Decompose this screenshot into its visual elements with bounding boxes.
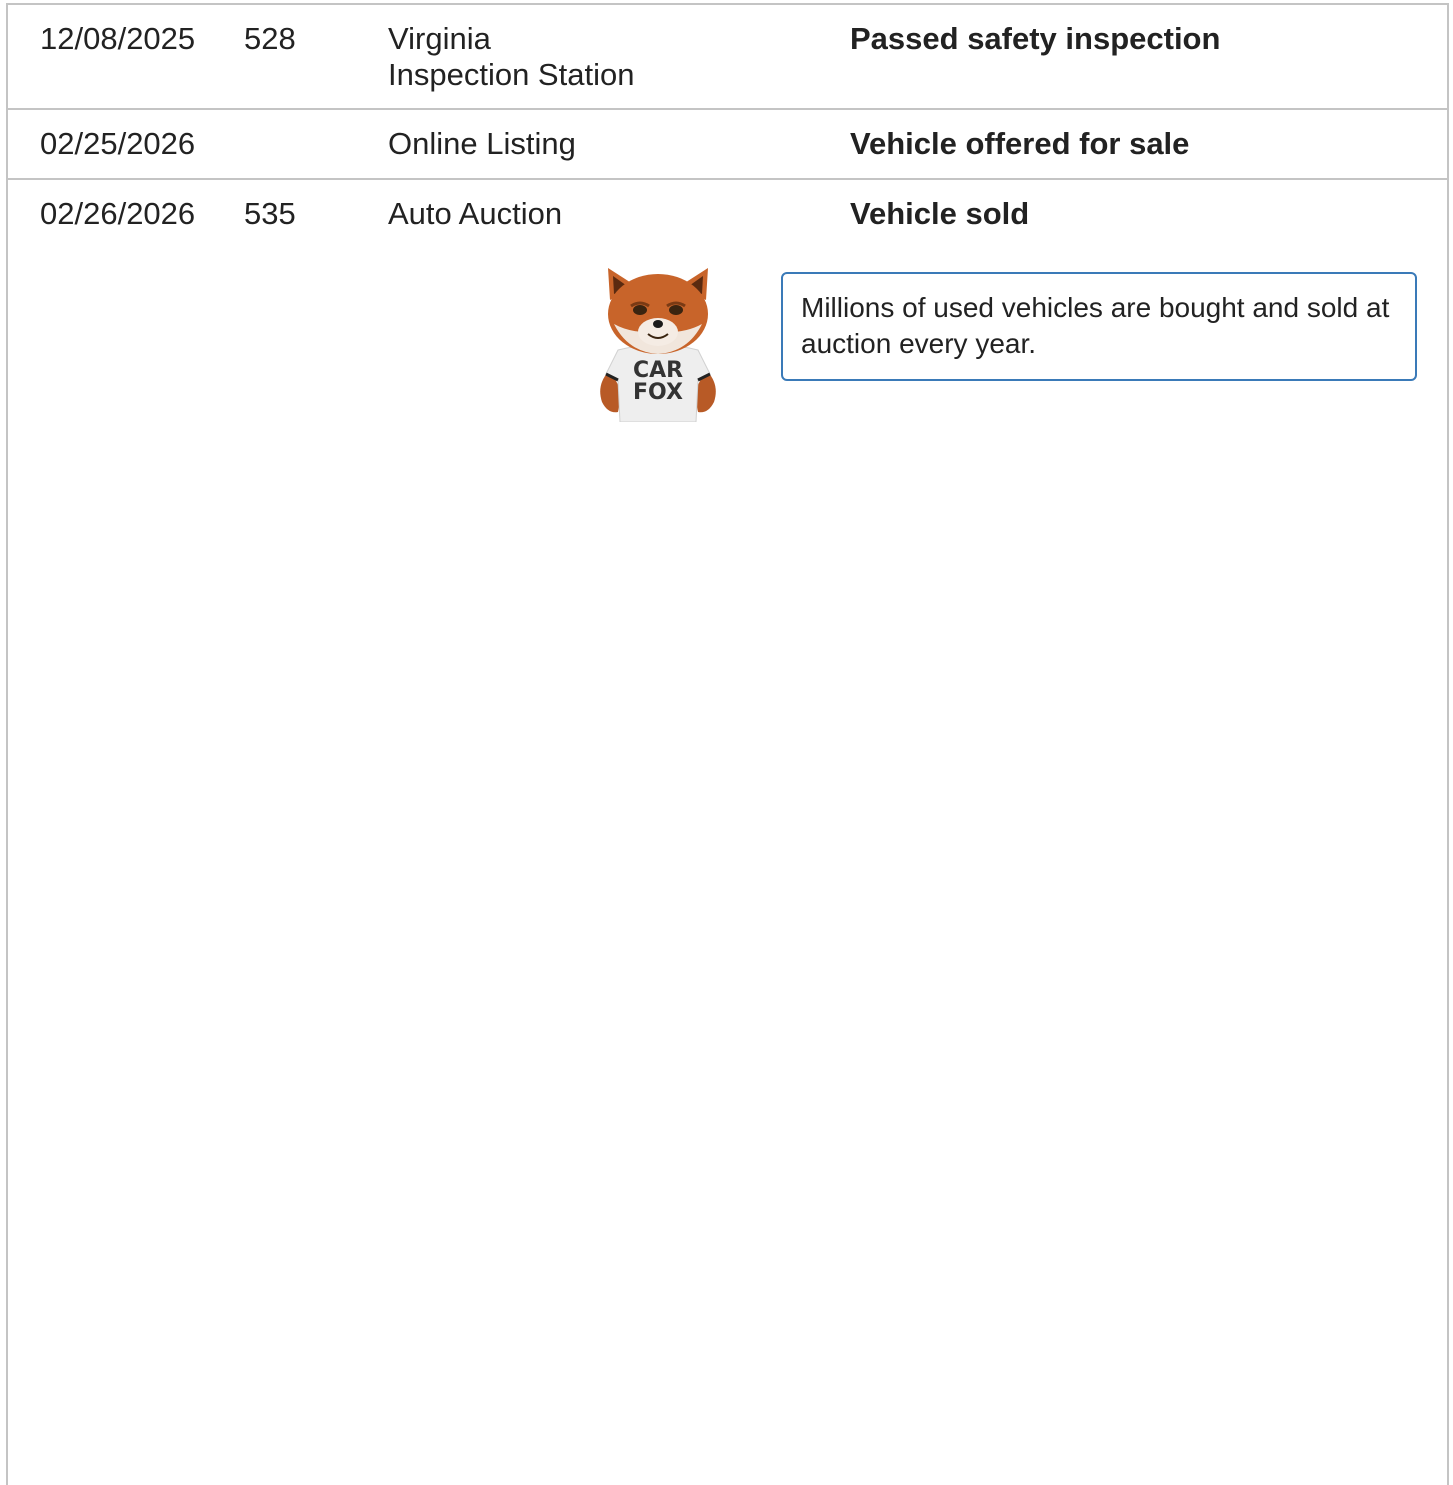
row-source-line: Auto Auction [388, 196, 563, 231]
row-source-line: Online Listing [388, 126, 576, 161]
auction-info-callout: Millions of used vehicles are bought and… [781, 272, 1417, 381]
row-date: 02/26/2026 [40, 196, 196, 231]
carfox-mascot-icon: CAR FOX [588, 262, 728, 423]
row-comment: Passed safety inspection [850, 21, 1221, 56]
row-source: Auto Auction [388, 196, 808, 232]
history-row: 02/25/2026 Online Listing Vehicle offere… [8, 110, 1447, 180]
mascot-shirt-line: FOX [633, 380, 683, 405]
row-date: 02/25/2026 [40, 126, 196, 161]
row-source: Online Listing [388, 126, 808, 162]
row-source-line: Inspection Station [388, 57, 635, 92]
row-odometer: 528 [244, 21, 296, 56]
row-odometer: 535 [244, 196, 296, 231]
mascot-shirt-line: CAR [632, 358, 684, 383]
vehicle-history-panel: 12/08/2025 528 Virginia Inspection Stati… [6, 3, 1449, 1485]
row-source-line: Virginia [388, 21, 491, 56]
mascot-shirt-text: CAR FOX [624, 360, 692, 404]
callout-text: Millions of used vehicles are bought and… [801, 292, 1390, 359]
row-source: Virginia Inspection Station [388, 21, 808, 93]
history-row: 02/26/2026 535 Auto Auction Vehicle sold [8, 180, 1447, 250]
history-row: 12/08/2025 528 Virginia Inspection Stati… [8, 5, 1447, 110]
row-comment: Vehicle sold [850, 196, 1030, 231]
row-date: 12/08/2025 [40, 21, 196, 56]
row-comment: Vehicle offered for sale [850, 126, 1190, 161]
